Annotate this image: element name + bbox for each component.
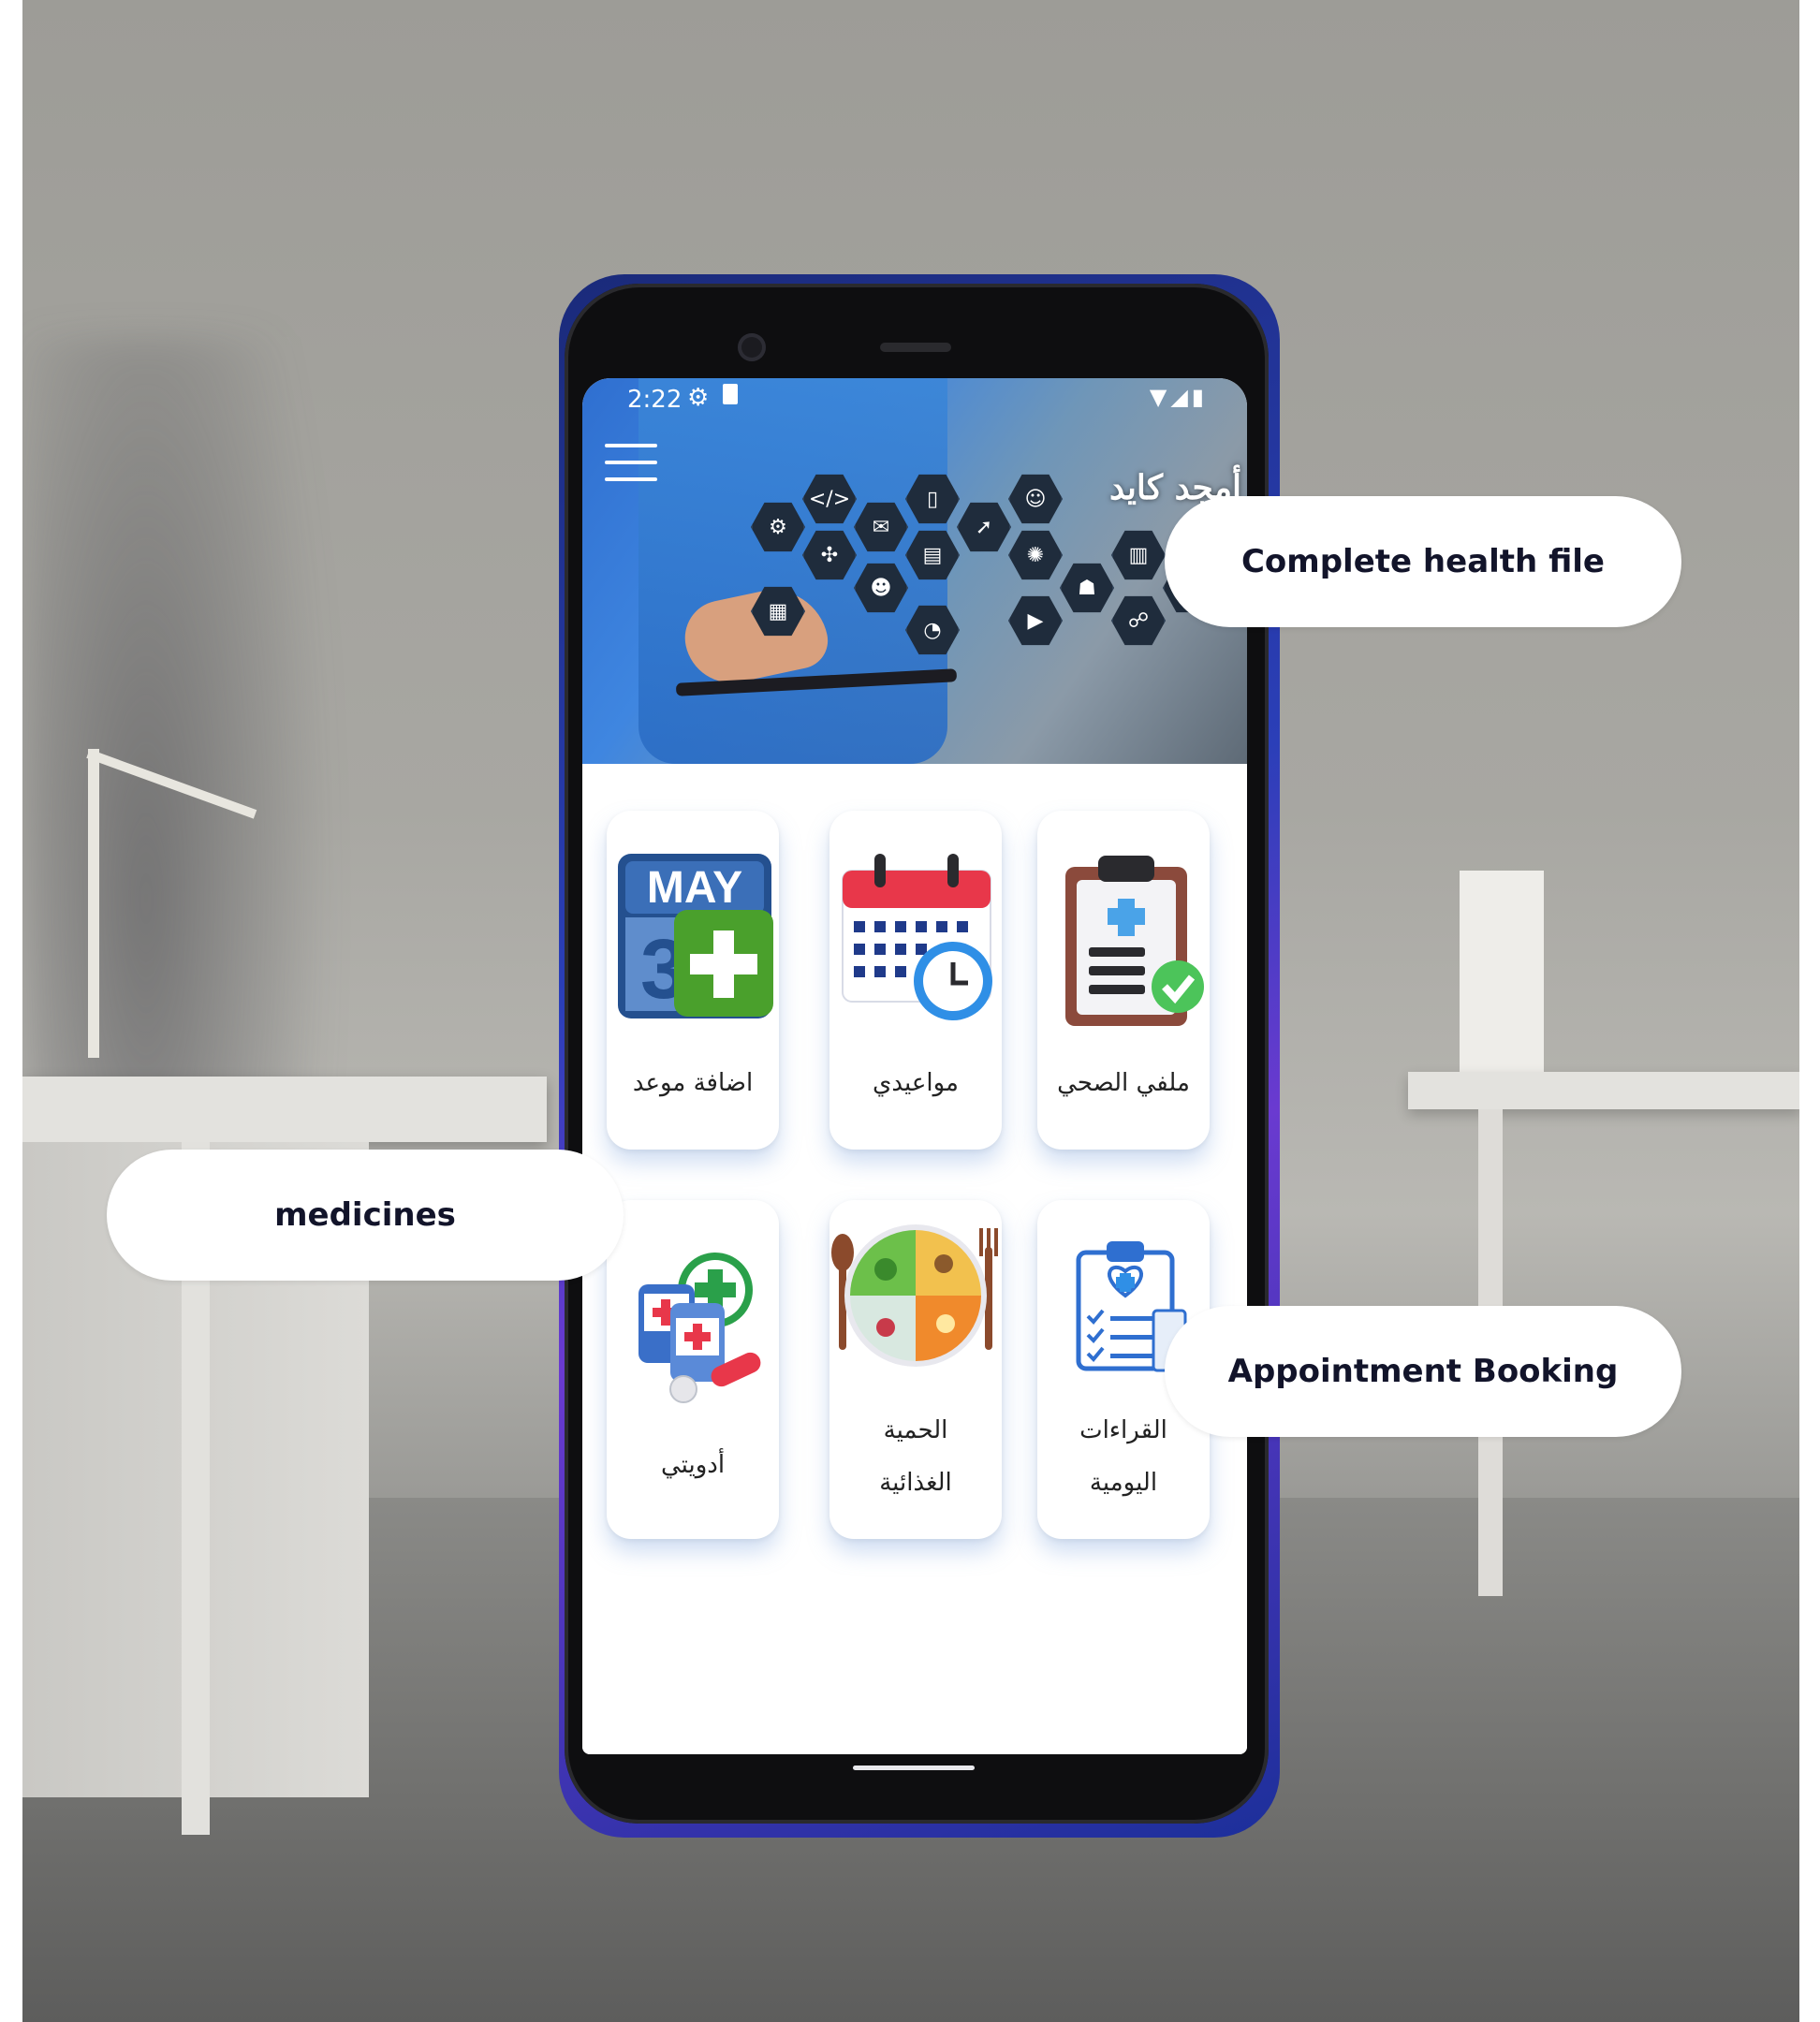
desk-lamp <box>88 749 99 1058</box>
tile-health-file[interactable]: ملفي الصحي <box>1037 811 1210 1150</box>
doctor-scrubs <box>638 378 947 764</box>
menu-line-icon <box>605 461 657 464</box>
health-file-icon <box>1065 856 1204 1026</box>
tile-label: مواعيدي <box>873 1069 959 1097</box>
tile-diet[interactable]: الحمية الغذائية <box>829 1200 1002 1539</box>
team-icon: ☺ <box>1008 474 1063 524</box>
desk-left <box>22 1077 547 1142</box>
status-time: 2:22 <box>627 386 682 414</box>
tile-label: ملفي الصحي <box>1057 1069 1190 1097</box>
settings-status-icon: ⚙ <box>687 384 710 412</box>
newspaper-icon: ▥ <box>1111 530 1166 580</box>
tile-label-line2: الغذائية <box>879 1469 952 1497</box>
tile-add-appointment[interactable]: MAY 3 اضافة موعد <box>607 811 779 1150</box>
rocket-icon: ➚ <box>957 502 1011 552</box>
tile-label-line1: الحمية <box>883 1416 948 1444</box>
video-icon: ▶ <box>1008 595 1063 646</box>
person-icon: ☗ <box>1060 563 1114 613</box>
calendar-month-text: MAY <box>647 863 742 913</box>
chat-icon: ☍ <box>1111 595 1166 646</box>
app-screen: ⚙ </> ✉ ▯ ➚ ☺ ✣ ▤ ✺ ☻ ▦ ◔ ☗ ▥ ⌕ ▶ ☍ 2:22… <box>582 378 1247 1754</box>
phone-speaker <box>880 343 951 352</box>
callout-appointment: Appointment Booking <box>1165 1306 1681 1437</box>
tile-my-appointments[interactable]: مواعيدي <box>829 811 1002 1150</box>
callout-medicines: medicines <box>107 1150 624 1281</box>
menu-grid: ملفي الصحي مواعيدي MAY 3 اضافة موعد القر… <box>582 764 1247 1754</box>
bookcase <box>1460 871 1544 1072</box>
desk-right <box>1408 1072 1799 1109</box>
diet-plate-icon <box>831 1224 998 1367</box>
medicines-icon <box>638 1253 761 1403</box>
phone-camera <box>738 333 766 361</box>
tile-label-line2: اليومية <box>1089 1469 1158 1497</box>
hamburger-menu-button[interactable] <box>605 444 657 481</box>
calendar-add-icon: MAY 3 <box>618 854 773 1018</box>
signal-battery-icons: ▼◢▮ <box>1149 384 1208 410</box>
tile-my-medicines[interactable]: أدويتي <box>607 1200 779 1539</box>
menu-line-icon <box>605 477 657 481</box>
gesture-nav-bar[interactable] <box>853 1766 975 1770</box>
calendar-clock-icon <box>842 854 992 1020</box>
header-banner: ⚙ </> ✉ ▯ ➚ ☺ ✣ ▤ ✺ ☻ ▦ ◔ ☗ ▥ ⌕ ▶ ☍ 2:22… <box>582 378 1247 764</box>
tile-label: أدويتي <box>660 1451 726 1479</box>
lightbulb-icon: ✺ <box>1008 530 1063 580</box>
sd-card-status-icon <box>723 384 738 404</box>
callout-health-file: Complete health file <box>1165 496 1681 627</box>
menu-line-icon <box>605 444 657 447</box>
tile-label: اضافة موعد <box>632 1069 754 1097</box>
